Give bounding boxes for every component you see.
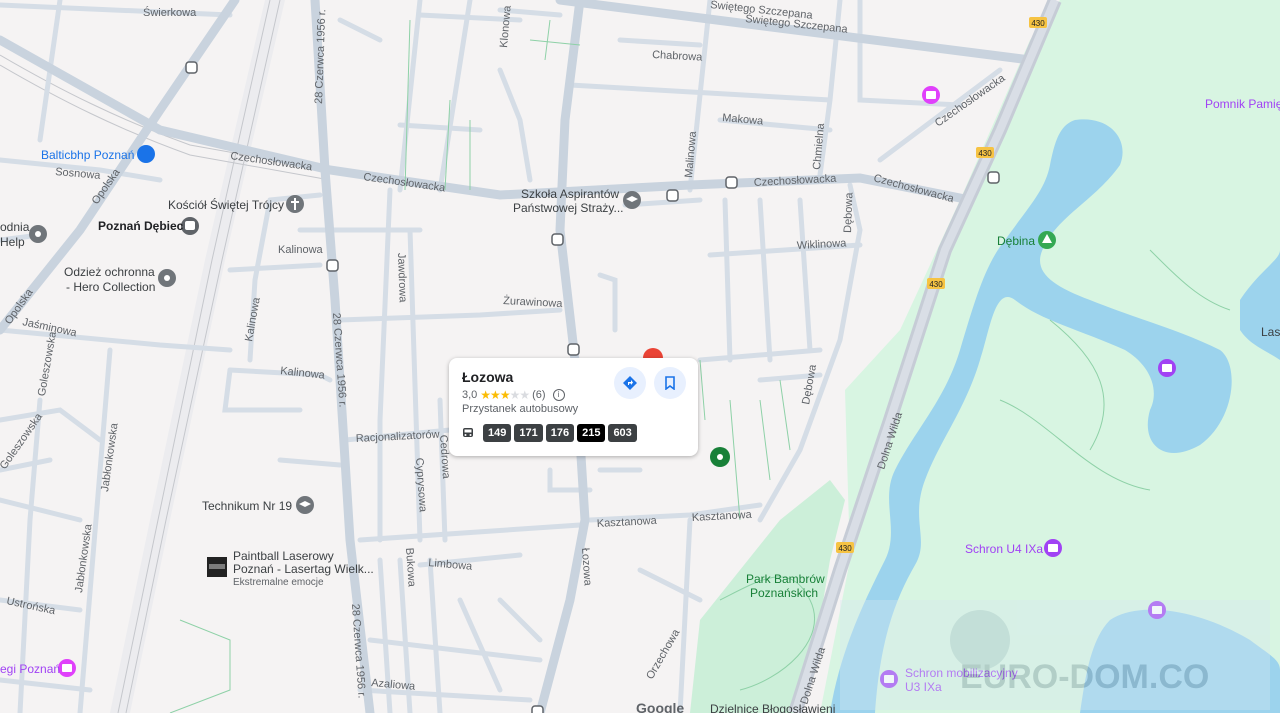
- poi-label[interactable]: egi Poznań: [0, 662, 60, 676]
- poi-label[interactable]: Technikum Nr 19: [202, 499, 292, 513]
- poi-label[interactable]: Pomnik Pamię: [1205, 97, 1280, 111]
- street-label: Świerkowa: [143, 6, 197, 19]
- directions-button[interactable]: [614, 367, 646, 399]
- rating-stars-icon: ★★★★★: [480, 388, 530, 402]
- bus-stop-icon[interactable]: [326, 259, 339, 272]
- bus-stop-icon[interactable]: [987, 171, 1000, 184]
- poi-label[interactable]: Park Bambrów: [746, 572, 825, 586]
- bus-stop-icon[interactable]: [185, 61, 198, 74]
- bus-stop-icon[interactable]: [666, 189, 679, 202]
- poi-label[interactable]: Dębina: [997, 234, 1035, 248]
- rating-count[interactable]: (6): [532, 389, 545, 401]
- poi-label[interactable]: Państwowej Straży...: [513, 201, 623, 215]
- google-logo: Google: [636, 700, 684, 713]
- poi-label[interactable]: - Hero Collection: [66, 280, 155, 294]
- poi-label[interactable]: Poznań - Lasertag Wielk...: [233, 562, 374, 576]
- bus-stop-icon[interactable]: [531, 705, 544, 713]
- bus-stop-icon[interactable]: [551, 233, 564, 246]
- road-shield: 430: [976, 147, 994, 158]
- poi-label[interactable]: Kościół Świętej Trójcy: [168, 197, 284, 212]
- route-chip[interactable]: 603: [608, 424, 637, 442]
- road-number: 430: [978, 149, 992, 158]
- poi-label[interactable]: Poznań Dębiec: [98, 219, 184, 233]
- route-chip-active[interactable]: 215: [577, 424, 606, 442]
- place-rating: 3,0 ★★★★★ (6) i: [462, 388, 565, 402]
- bus-stop-icon[interactable]: [567, 343, 580, 356]
- road-number: 430: [838, 544, 852, 553]
- place-card[interactable]: Łozowa 3,0 ★★★★★ (6) i Przystanek autobu…: [449, 358, 698, 456]
- poi-label[interactable]: Help: [0, 235, 25, 249]
- poi-label[interactable]: Paintball Laserowy: [233, 549, 334, 563]
- route-chip[interactable]: 149: [483, 424, 512, 442]
- street-label: Dębowa: [842, 191, 855, 233]
- poi-label[interactable]: Balticbhp Poznań: [41, 148, 134, 162]
- bus-routes: 149 171 176 215 603: [462, 424, 637, 442]
- road-shield: 430: [1029, 17, 1047, 28]
- rating-value: 3,0: [462, 389, 478, 401]
- watermark: EURO-DOM.CO: [840, 600, 1270, 710]
- place-title[interactable]: Łozowa: [462, 369, 513, 385]
- street-label: Kalinowa: [278, 244, 324, 256]
- map-canvas[interactable]: Świerkowa Świętego Szczepana Świętego Sz…: [0, 0, 1280, 713]
- poi-label: Las: [1261, 325, 1280, 339]
- poi-label[interactable]: odnia: [0, 220, 30, 234]
- road-shield: 430: [836, 542, 854, 553]
- poi-label[interactable]: Schron U4 IXa: [965, 542, 1043, 556]
- shopping-icon[interactable]: [137, 145, 155, 163]
- poi-label[interactable]: Poznańskich: [750, 586, 818, 600]
- road-number: 430: [1031, 19, 1045, 28]
- street-label: Jawdrowa: [395, 253, 409, 304]
- poi-label[interactable]: Odzież ochronna: [64, 265, 155, 279]
- directions-icon: [623, 376, 637, 390]
- save-button[interactable]: [654, 367, 686, 399]
- info-icon[interactable]: i: [552, 389, 565, 401]
- poi-label: Ekstremalne emocje: [233, 577, 324, 588]
- route-chip[interactable]: 176: [545, 424, 575, 442]
- route-chip[interactable]: 171: [514, 424, 543, 442]
- watermark-text: EURO-DOM.CO: [960, 658, 1209, 696]
- bus-stop-icon[interactable]: [725, 176, 738, 189]
- bookmark-icon: [665, 376, 675, 390]
- road-number: 430: [929, 280, 943, 289]
- poi-label[interactable]: Dzielnice Błogosławieni: [710, 702, 835, 713]
- bus-icon: [463, 428, 473, 437]
- road-shield: 430: [927, 278, 945, 289]
- poi-label[interactable]: Szkoła Aspirantów: [521, 187, 619, 201]
- place-type: Przystanek autobusowy: [462, 403, 579, 415]
